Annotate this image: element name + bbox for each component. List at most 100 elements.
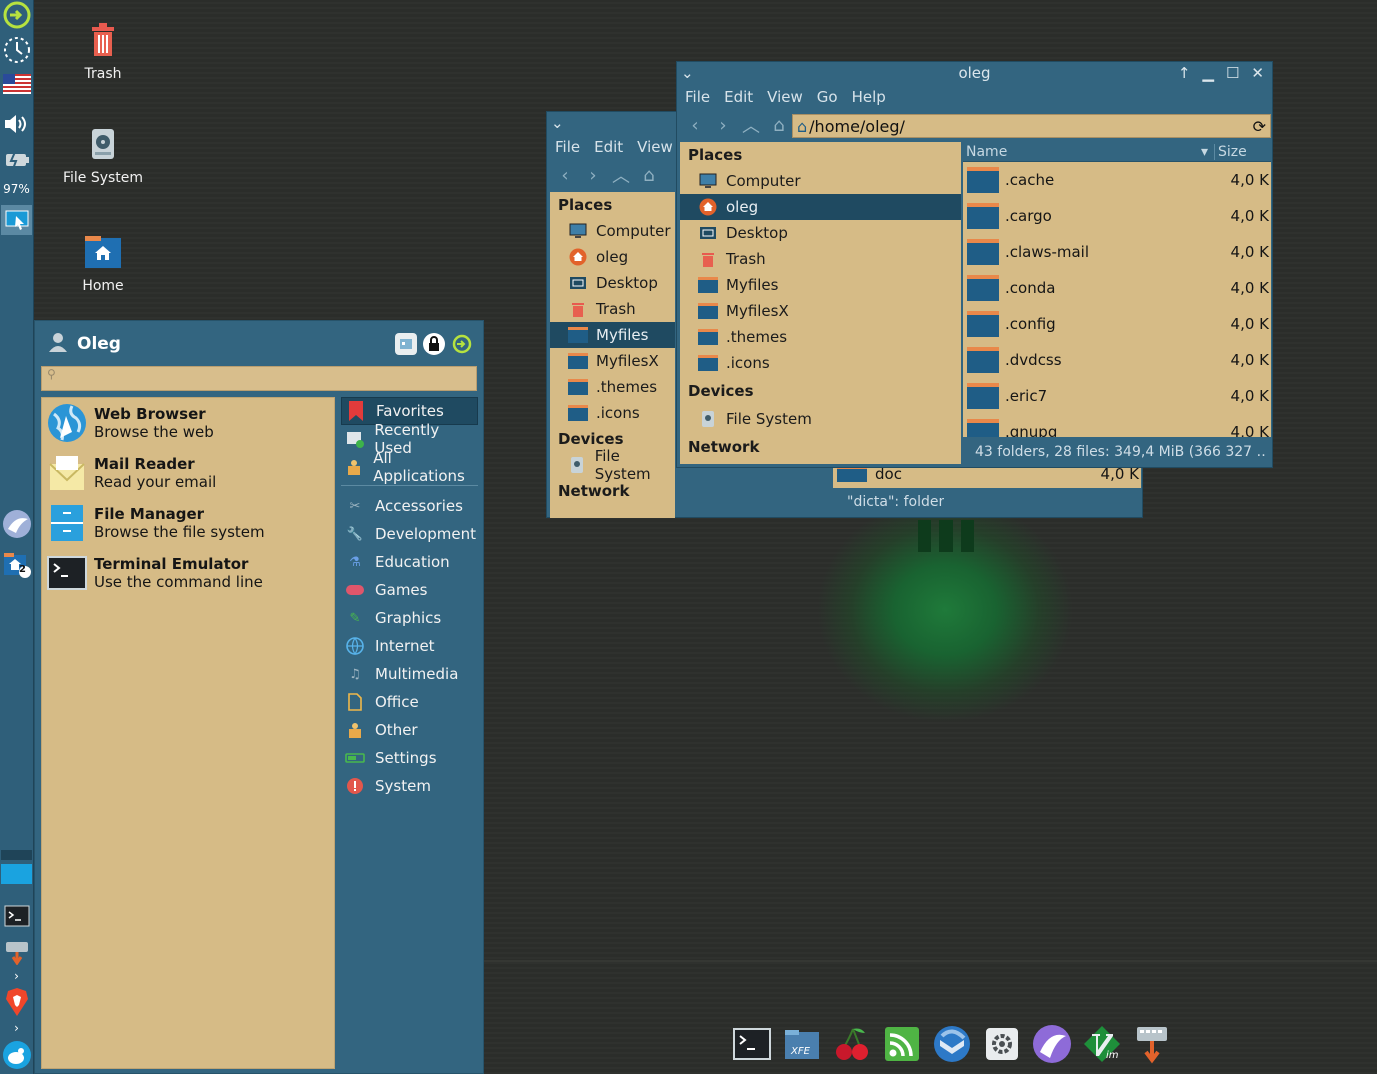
back-arrow-icon[interactable]: ‹ <box>683 113 707 137</box>
category-system[interactable]: System <box>341 772 478 800</box>
workspace-1[interactable] <box>1 850 32 860</box>
place-icons[interactable]: .icons <box>550 400 675 426</box>
desktop-icon-home[interactable]: Home <box>33 232 173 294</box>
forward-arrow-icon[interactable]: › <box>711 113 735 137</box>
workspace-2[interactable] <box>1 864 32 884</box>
table-row[interactable]: .dvdcss 4,0 K <box>963 342 1271 378</box>
keyboard-launcher-icon[interactable] <box>1 938 32 966</box>
up-arrow-icon[interactable]: ︿ <box>609 163 633 187</box>
volume-icon[interactable] <box>1 110 32 138</box>
category-all-applications[interactable]: All Applications <box>341 449 478 485</box>
column-name-header[interactable]: Name ▾ <box>963 143 1215 160</box>
menu-go[interactable]: Go <box>817 88 838 106</box>
path-input[interactable]: /home/oleg/ <box>809 117 905 136</box>
logout-button-icon[interactable] <box>451 333 473 355</box>
place-themes[interactable]: .themes <box>550 374 675 400</box>
window-titlebar[interactable]: ⌄ oleg ↑ ▁ ☐ ✕ <box>677 62 1272 84</box>
refresh-icon[interactable]: ⟳ <box>1253 117 1266 136</box>
window-menu-chevron-icon[interactable]: ⌄ <box>681 64 694 82</box>
place-themes[interactable]: .themes <box>680 324 961 350</box>
category-games[interactable]: Games <box>341 576 478 604</box>
xfe-icon[interactable]: XFE <box>782 1024 822 1064</box>
keep-above-icon[interactable]: ↑ <box>1178 64 1191 82</box>
terminal-icon[interactable] <box>732 1024 772 1064</box>
desktop-icon-filesystem[interactable]: File System <box>33 124 173 186</box>
place-oleg[interactable]: oleg <box>680 194 961 220</box>
menu-file[interactable]: File <box>555 138 580 156</box>
place-trash[interactable]: Trash <box>680 246 961 272</box>
home-icon[interactable]: ⌂ <box>637 163 661 187</box>
place-icons[interactable]: .icons <box>680 350 961 376</box>
menu-help[interactable]: Help <box>852 88 886 106</box>
menu-file[interactable]: File <box>685 88 710 106</box>
place-myfilesx[interactable]: MyfilesX <box>550 348 675 374</box>
menu-edit[interactable]: Edit <box>594 138 623 156</box>
file-manager-window-front[interactable]: ⌄ oleg ↑ ▁ ☐ ✕ File Edit View Go Help ‹ … <box>676 61 1273 468</box>
table-row[interactable]: .cache 4,0 K <box>963 162 1271 198</box>
window-menu-chevron-icon[interactable]: ⌄ <box>551 114 564 132</box>
table-row[interactable]: .eric7 4,0 K <box>963 378 1271 414</box>
path-bar[interactable]: ⌂ /home/oleg/ ⟳ <box>792 114 1271 138</box>
menu-edit[interactable]: Edit <box>724 88 753 106</box>
place-computer[interactable]: Computer <box>550 218 675 244</box>
eagle-icon[interactable] <box>1032 1024 1072 1064</box>
clock-icon[interactable] <box>1 34 32 66</box>
category-internet[interactable]: Internet <box>341 632 478 660</box>
device-filesystem[interactable]: File System <box>550 447 675 483</box>
keyboard-icon[interactable] <box>1132 1024 1172 1064</box>
thunderbird-icon[interactable] <box>932 1024 972 1064</box>
place-myfiles[interactable]: Myfiles <box>550 322 675 348</box>
category-development[interactable]: 🔧 Development <box>341 520 478 548</box>
file-list-row-doc[interactable]: doc 4,0 K <box>833 468 1141 488</box>
back-arrow-icon[interactable]: ‹ <box>553 163 577 187</box>
maximize-icon[interactable]: ☐ <box>1226 64 1239 82</box>
favorite-terminal[interactable]: Terminal Emulator Use the command line <box>42 548 334 598</box>
table-row[interactable]: .conda 4,0 K <box>963 270 1271 306</box>
search-input[interactable]: ⚲ <box>41 366 477 391</box>
table-row[interactable]: .config 4,0 K <box>963 306 1271 342</box>
settings-icon[interactable] <box>982 1024 1022 1064</box>
column-size-header[interactable]: Size <box>1215 144 1247 160</box>
category-education[interactable]: ⚗ Education <box>341 548 478 576</box>
place-computer[interactable]: Computer <box>680 168 961 194</box>
home-launcher-icon[interactable]: 2 <box>1 550 32 580</box>
close-icon[interactable]: ✕ <box>1251 64 1264 82</box>
xfce-mouse-icon[interactable] <box>1 1038 32 1072</box>
expand-chevron-icon[interactable]: › <box>1 968 32 984</box>
table-row[interactable]: .claws-mail 4,0 K <box>963 234 1271 270</box>
category-accessories[interactable]: ✂ Accessories <box>341 492 478 520</box>
place-myfiles[interactable]: Myfiles <box>680 272 961 298</box>
minimize-icon[interactable]: ▁ <box>1202 64 1214 82</box>
home-icon[interactable]: ⌂ <box>767 113 791 137</box>
device-filesystem[interactable]: File System <box>680 406 961 432</box>
expand-chevron-icon[interactable]: › <box>1 1020 32 1036</box>
terminal-launcher-icon[interactable] <box>1 902 32 930</box>
place-oleg[interactable]: oleg <box>550 244 675 270</box>
table-row[interactable]: .gnupg 4,0 K <box>963 414 1271 437</box>
place-trash[interactable]: Trash <box>550 296 675 322</box>
forward-arrow-icon[interactable]: › <box>581 163 605 187</box>
logout-icon[interactable] <box>1 0 32 30</box>
category-settings[interactable]: Settings <box>341 744 478 772</box>
category-other[interactable]: Other <box>341 716 478 744</box>
favorite-mail-reader[interactable]: Mail Reader Read your email <box>42 448 334 498</box>
category-graphics[interactable]: ✎ Graphics <box>341 604 478 632</box>
menu-view[interactable]: View <box>767 88 803 106</box>
up-arrow-icon[interactable]: ︿ <box>739 113 763 137</box>
desktop-icon-trash[interactable]: Trash <box>33 20 173 82</box>
brave-browser-icon[interactable] <box>1 986 32 1018</box>
place-desktop[interactable]: Desktop <box>680 220 961 246</box>
place-myfilesx[interactable]: MyfilesX <box>680 298 961 324</box>
menu-view[interactable]: View <box>637 138 673 156</box>
settings-manager-icon[interactable] <box>395 333 417 355</box>
place-desktop[interactable]: Desktop <box>550 270 675 296</box>
lock-screen-icon[interactable] <box>423 333 445 355</box>
eagle-app-icon[interactable] <box>1 506 32 542</box>
table-row[interactable]: doc 4,0 K <box>833 468 1141 484</box>
vim-icon[interactable]: im <box>1082 1024 1122 1064</box>
desktop-switch-icon[interactable] <box>1 205 32 235</box>
category-office[interactable]: Office <box>341 688 478 716</box>
favorite-file-manager[interactable]: File Manager Browse the file system <box>42 498 334 548</box>
table-row[interactable]: .cargo 4,0 K <box>963 198 1271 234</box>
cherry-icon[interactable] <box>832 1024 872 1064</box>
